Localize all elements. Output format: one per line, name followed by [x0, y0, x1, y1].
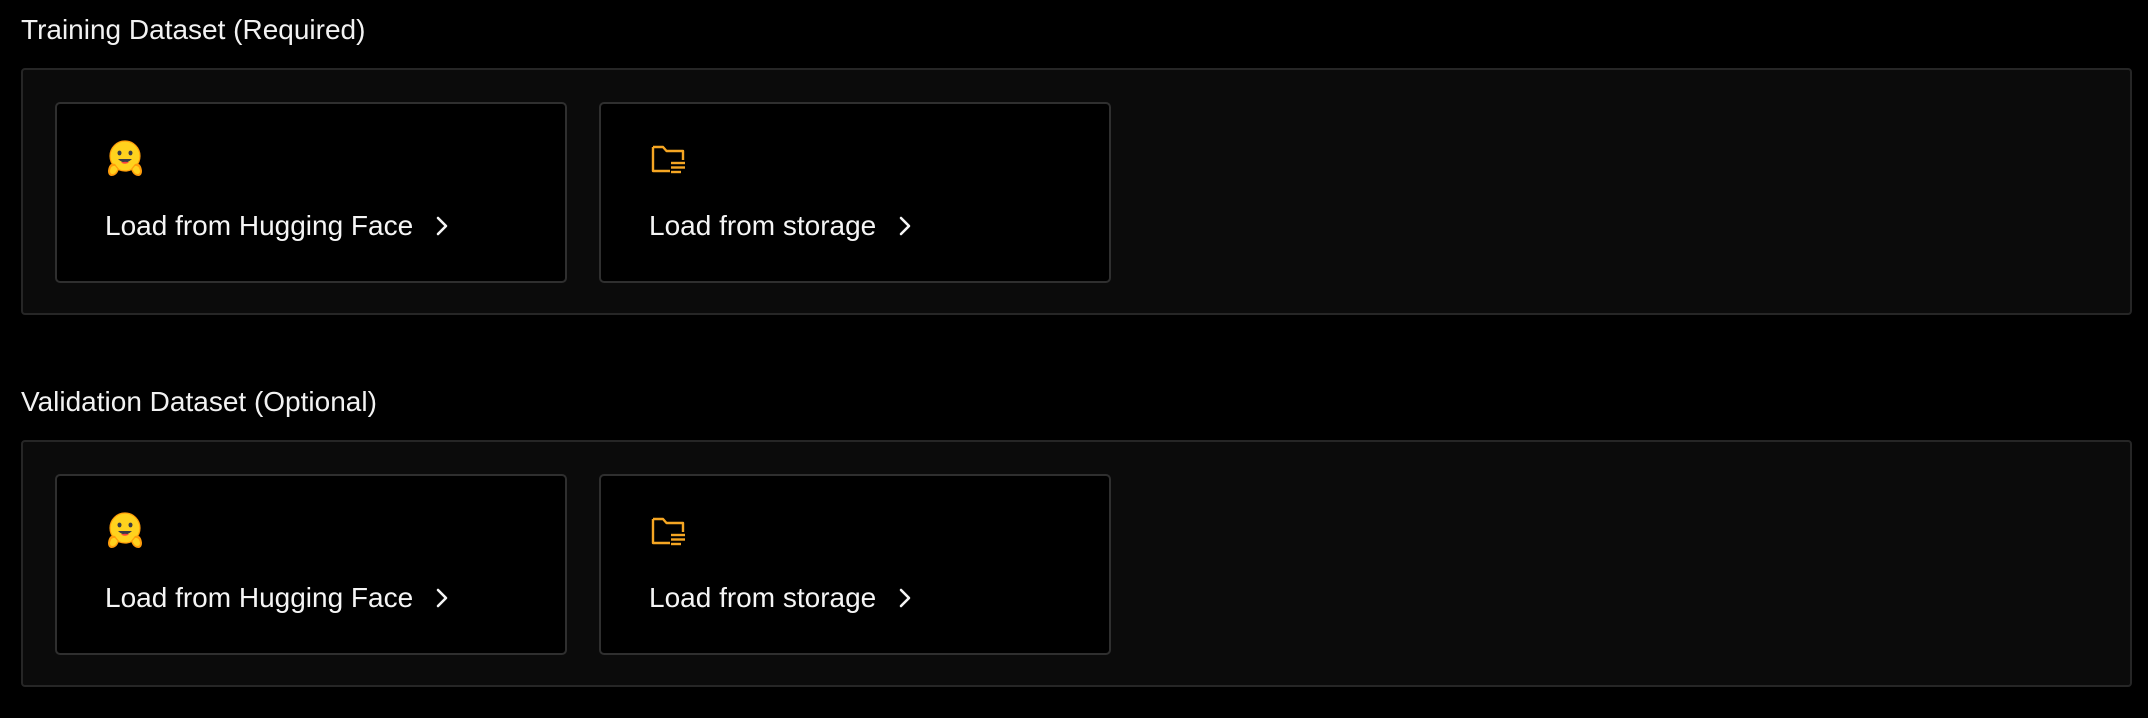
dataset-selection-page: Training Dataset (Required) Load from Hu… — [0, 0, 2148, 718]
chevron-right-icon — [436, 588, 448, 608]
chevron-right-icon — [436, 216, 448, 236]
folder-icon — [651, 145, 685, 174]
validation-storage-label-text: Load from storage — [649, 582, 877, 613]
validation-storage-label: Load from storage — [649, 580, 914, 616]
validation-dataset-title: Validation Dataset (Optional) — [21, 386, 377, 417]
training-load-from-storage-button[interactable]: Load from storage — [599, 102, 1111, 283]
training-load-from-hugging-face-button[interactable]: Load from Hugging Face — [55, 102, 567, 283]
training-dataset-panel: Load from Hugging Face Load from storage — [21, 68, 2132, 315]
validation-load-from-storage-button[interactable]: Load from storage — [599, 474, 1111, 655]
validation-hf-label-text: Load from Hugging Face — [105, 582, 414, 613]
training-dataset-title: Training Dataset (Required) — [21, 14, 366, 45]
chevron-right-icon — [899, 588, 911, 608]
validation-hf-label: Load from Hugging Face — [105, 580, 451, 616]
hugging-face-icon — [108, 512, 142, 548]
validation-load-from-hugging-face-button[interactable]: Load from Hugging Face — [55, 474, 567, 655]
folder-icon — [651, 517, 685, 546]
training-storage-label: Load from storage — [649, 208, 914, 244]
training-hf-label-text: Load from Hugging Face — [105, 210, 414, 241]
hugging-face-icon — [108, 140, 142, 176]
training-storage-label-text: Load from storage — [649, 210, 877, 241]
training-hf-label: Load from Hugging Face — [105, 208, 451, 244]
validation-dataset-panel: Load from Hugging Face Load from storage — [21, 440, 2132, 687]
chevron-right-icon — [899, 216, 911, 236]
